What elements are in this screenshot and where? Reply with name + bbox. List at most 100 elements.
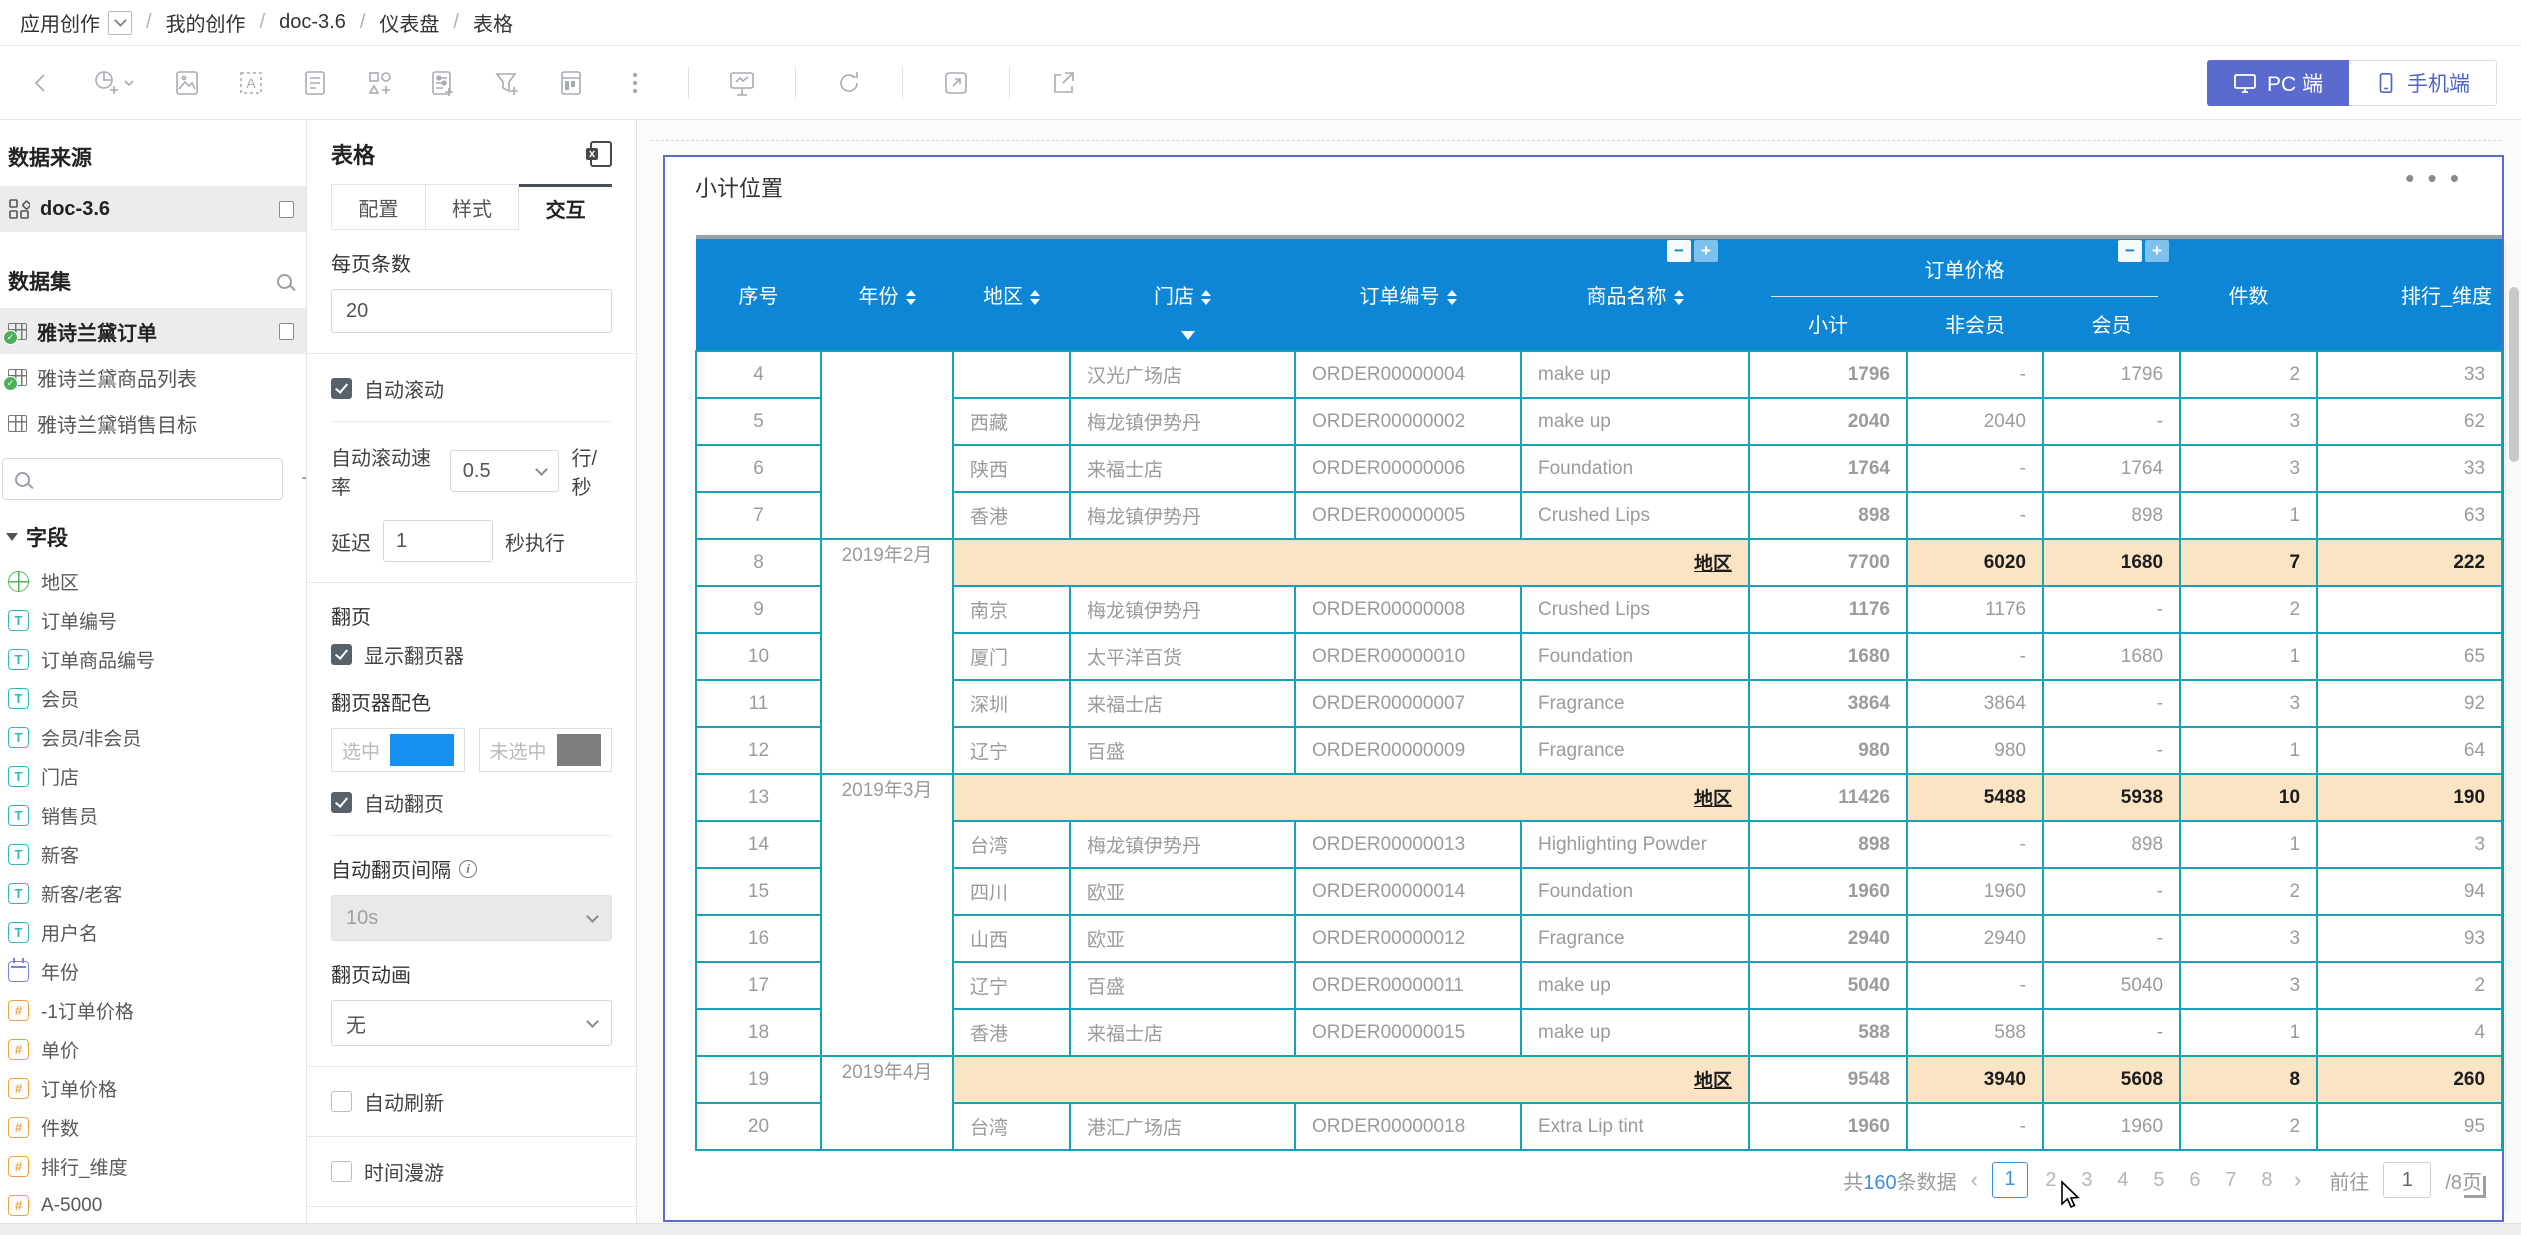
cell-nonmember[interactable]: - [1906,444,2044,493]
page-size-input[interactable] [331,289,612,333]
cell-nonmember[interactable]: 1960 [1906,867,2044,916]
field-item[interactable]: 地区 [0,562,306,601]
cell-seq[interactable]: 20 [695,1102,822,1151]
cell-year[interactable]: 2019年3月 [820,773,954,1057]
field-item[interactable]: T 用户名 [0,913,306,952]
expand-columns-icon[interactable]: + [1694,240,1718,262]
field-search-box[interactable] [2,458,283,500]
add-card-icon[interactable] [298,66,332,100]
breadcrumb-item[interactable]: doc-3.6 [279,11,346,34]
cell-qty[interactable]: 1 [2179,726,2319,775]
cell-qty[interactable]: 2 [2179,350,2319,399]
cell-member[interactable]: 898 [2041,820,2182,869]
cell-qty[interactable]: 10 [2179,773,2319,822]
widget-more-icon[interactable]: • • • [2405,163,2462,194]
cell-rank[interactable]: 95 [2316,1102,2504,1151]
cell-product[interactable]: make up [1520,397,1750,446]
unselected-color-field[interactable]: 未选中 [478,728,612,772]
cell-member[interactable]: 898 [2041,491,2182,540]
tab-交互[interactable]: 交互 [519,184,613,230]
cell-product[interactable]: Fragrance [1520,679,1750,728]
cell-region[interactable]: 辽宁 [952,726,1071,775]
cell-qty[interactable]: 2 [2179,585,2319,634]
cell-subtotal[interactable]: 11426 [1748,773,1908,822]
horizontal-scrollbar-track[interactable] [0,1223,2521,1235]
cell-region[interactable]: 陕西 [952,444,1071,493]
cell-member[interactable]: 1960 [2041,1102,2182,1151]
cell-order[interactable]: ORDER00000005 [1294,491,1522,540]
cell-store[interactable]: 梅龙镇伊势丹 [1069,491,1296,540]
cell-store[interactable]: 百盛 [1069,726,1296,775]
cell-seq[interactable]: 5 [695,397,822,446]
cell-nonmember[interactable]: 2040 [1906,397,2044,446]
share-icon[interactable] [1046,66,1080,100]
cell-rank[interactable]: 63 [2316,491,2504,540]
cell-rank[interactable]: 62 [2316,397,2504,446]
cell-seq[interactable]: 13 [695,773,822,822]
cell-subtotal[interactable]: 2040 [1748,397,1908,446]
cell-seq[interactable]: 6 [695,444,822,493]
cell-region[interactable]: 山西 [952,914,1071,963]
pc-view-button[interactable]: PC 端 [2206,59,2349,106]
field-item[interactable]: T 会员/非会员 [0,718,306,757]
cell-store[interactable]: 来福士店 [1069,444,1296,493]
search-icon[interactable] [277,273,292,289]
datasource-item[interactable]: doc-3.6 [0,186,306,232]
cell-order[interactable]: ORDER00000014 [1294,867,1522,916]
field-item[interactable]: T 门店 [0,757,306,796]
add-widget-icon[interactable] [362,66,396,100]
cell-seq[interactable]: 15 [695,867,822,916]
cell-subtotal[interactable]: 1176 [1748,585,1908,634]
add-control-icon[interactable] [426,66,460,100]
vertical-scrollbar[interactable] [2505,242,2521,1213]
cell-rank[interactable]: 2 [2316,961,2504,1010]
cell-store[interactable]: 来福士店 [1069,1008,1296,1057]
cell-order[interactable]: ORDER00000015 [1294,1008,1522,1057]
breadcrumb-app[interactable]: 应用创作 [20,8,100,37]
cell-nonmember[interactable]: - [1906,632,2044,681]
cell-product[interactable]: make up [1520,961,1750,1010]
app-dropdown[interactable] [108,10,132,35]
field-item[interactable]: # 订单价格 [0,1069,306,1108]
cell-rank[interactable]: 64 [2316,726,2504,775]
unselected-color-swatch[interactable] [556,734,601,766]
expand-columns-icon[interactable]: + [2145,240,2169,262]
cell-subtotal[interactable]: 898 [1748,820,1908,869]
cell-member[interactable]: 1764 [2041,444,2182,493]
cell-rank[interactable]: 33 [2316,350,2504,399]
cell-rank[interactable]: 33 [2316,444,2504,493]
sort-icon[interactable] [1446,290,1457,306]
add-chart-icon[interactable] [88,66,140,100]
cell-member[interactable]: 5040 [2041,961,2182,1010]
page-number[interactable]: 8 [2254,1169,2280,1192]
field-item[interactable]: # 件数 [0,1108,306,1147]
cell-nonmember[interactable]: - [1906,491,2044,540]
cell-member[interactable]: 5938 [2041,773,2182,822]
dataset-item[interactable]: 雅诗兰黛商品列表 [0,354,306,400]
cell-order[interactable]: ORDER00000006 [1294,444,1522,493]
cell-region[interactable]: 厦门 [952,632,1071,681]
cell-member[interactable]: - [2041,867,2182,916]
cell-qty[interactable]: 1 [2179,1008,2319,1057]
subtotal-label-cell[interactable]: 地区 [952,538,1750,587]
cell-rank[interactable]: 260 [2316,1055,2504,1104]
page-number[interactable]: 4 [2110,1169,2136,1192]
field-item[interactable]: T 新客/老客 [0,874,306,913]
cell-seq[interactable]: 10 [695,632,822,681]
cell-member[interactable]: - [2041,914,2182,963]
cell-region[interactable]: 南京 [952,585,1071,634]
cell-store[interactable]: 欧亚 [1069,867,1296,916]
auto-scroll-checkbox[interactable] [331,378,352,399]
back-icon[interactable] [24,66,58,100]
show-pager-checkbox[interactable] [331,644,352,665]
cell-product[interactable]: make up [1520,350,1750,399]
col-header-seq[interactable]: 序号 [696,237,821,351]
field-item[interactable]: # -1订单价格 [0,991,306,1030]
cell-subtotal[interactable]: 1960 [1748,1102,1908,1151]
cell-subtotal[interactable]: 1764 [1748,444,1908,493]
cell-order[interactable]: ORDER00000004 [1294,350,1522,399]
cell-subtotal[interactable]: 898 [1748,491,1908,540]
cell-seq[interactable]: 4 [695,350,822,399]
cell-subtotal[interactable]: 1960 [1748,867,1908,916]
add-text-icon[interactable]: A [234,66,268,100]
